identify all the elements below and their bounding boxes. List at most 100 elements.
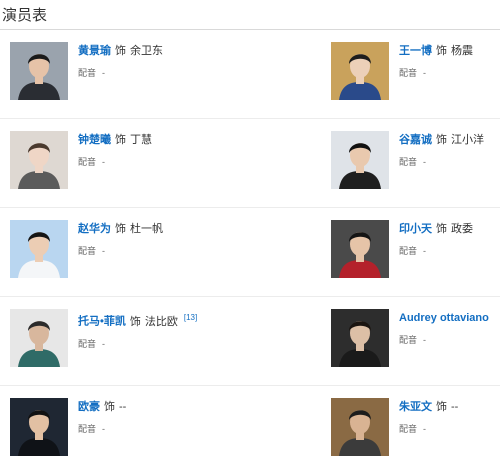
cast-card: 朱亚文饰 -- 配音 - <box>331 398 500 458</box>
cast-info: 谷嘉诚饰江小洋 配音 - <box>399 132 484 168</box>
cast-card: 赵华为饰杜一帆 配音 - <box>10 220 310 280</box>
cast-row: 托马•菲凯饰法比欧 [13] 配音 - Audrey ottaviano 配音 - <box>0 296 500 385</box>
plays-label: 饰 <box>115 223 126 235</box>
cast-info: 托马•菲凯饰法比欧 [13] 配音 - <box>78 310 197 350</box>
plays-label: 饰 <box>436 45 447 57</box>
actor-photo[interactable] <box>331 131 389 189</box>
voice-actor-value: - <box>423 246 427 256</box>
cast-card: 王一博饰杨震 配音 - <box>331 42 500 102</box>
voice-actor-label: 配音 <box>78 246 97 256</box>
voice-actor-value: - <box>423 157 427 167</box>
actor-name-link[interactable]: 托马•菲凯 <box>78 316 126 328</box>
actor-name-link[interactable]: 谷嘉诚 <box>399 134 432 146</box>
section-title: 演员表 <box>2 7 48 24</box>
actor-photo[interactable] <box>331 309 389 367</box>
voice-actor-label: 配音 <box>399 424 418 434</box>
cast-row: 黄景瑜饰余卫东 配音 - 王一博饰杨震 配音 - <box>0 30 500 118</box>
character-name: 江小洋 <box>451 134 484 146</box>
voice-actor-label: 配音 <box>78 68 97 78</box>
cast-row: 赵华为饰杜一帆 配音 - 印小天饰政委 配音 - <box>0 207 500 296</box>
voice-actor-label: 配音 <box>399 157 418 167</box>
actor-name-link[interactable]: 欧豪 <box>78 401 100 413</box>
actor-name-link[interactable]: 黄景瑜 <box>78 45 111 57</box>
cast-card: Audrey ottaviano 配音 - <box>331 309 500 369</box>
voice-actor-value: - <box>423 68 427 78</box>
voice-actor-line: 配音 - <box>399 244 473 257</box>
cast-info: 印小天饰政委 配音 - <box>399 221 473 257</box>
actor-photo[interactable] <box>331 42 389 100</box>
cast-info: 钟楚曦饰丁慧 配音 - <box>78 132 152 168</box>
actor-photo[interactable] <box>10 131 68 189</box>
voice-actor-line: 配音 - <box>399 333 489 346</box>
cast-info: Audrey ottaviano 配音 - <box>399 310 489 346</box>
actor-photo[interactable] <box>10 398 68 456</box>
cast-info: 赵华为饰杜一帆 配音 - <box>78 221 163 257</box>
citation-link[interactable]: [13] <box>184 313 197 322</box>
plays-label: 饰 <box>436 223 447 235</box>
voice-actor-value: - <box>102 338 106 349</box>
cast-role-line: 黄景瑜饰余卫东 <box>78 43 163 59</box>
voice-actor-line: 配音 - <box>78 244 163 257</box>
plays-label: 饰 <box>115 134 126 146</box>
voice-actor-label: 配音 <box>78 338 97 349</box>
character-name: 政委 <box>451 223 473 235</box>
cast-card: 钟楚曦饰丁慧 配音 - <box>10 131 310 191</box>
character-name: 杨震 <box>451 45 473 57</box>
voice-actor-label: 配音 <box>78 424 97 434</box>
cast-info: 王一博饰杨震 配音 - <box>399 43 473 79</box>
cast-role-line: 王一博饰杨震 <box>399 43 473 59</box>
voice-actor-label: 配音 <box>399 335 418 345</box>
cast-role-line: 托马•菲凯饰法比欧 [13] <box>78 310 197 330</box>
actor-photo[interactable] <box>10 220 68 278</box>
actor-name-link[interactable]: 印小天 <box>399 223 432 235</box>
voice-actor-value: - <box>423 335 427 345</box>
character-name: 法比欧 <box>144 315 178 328</box>
cast-role-line: 钟楚曦饰丁慧 <box>78 132 152 148</box>
actor-photo[interactable] <box>331 220 389 278</box>
plays-label: 饰 <box>129 315 141 328</box>
voice-actor-line: 配音 - <box>78 155 152 168</box>
voice-actor-label: 配音 <box>399 246 418 256</box>
cast-role-line: Audrey ottaviano <box>399 310 489 326</box>
actor-name-link[interactable]: Audrey ottaviano <box>399 312 489 324</box>
voice-actor-line: 配音 - <box>78 422 126 435</box>
plays-label: 饰 <box>104 401 115 413</box>
cast-card: 托马•菲凯饰法比欧 [13] 配音 - <box>10 309 310 369</box>
actor-name-link[interactable]: 王一博 <box>399 45 432 57</box>
character-name: -- <box>451 401 459 413</box>
plays-label: 饰 <box>436 134 447 146</box>
cast-info: 黄景瑜饰余卫东 配音 - <box>78 43 163 79</box>
cast-card: 黄景瑜饰余卫东 配音 - <box>10 42 310 102</box>
voice-actor-value: - <box>102 246 106 256</box>
cast-grid: 黄景瑜饰余卫东 配音 - 王一博饰杨震 配音 - 钟楚曦饰丁慧 配音 - 谷嘉诚饰江小洋 配音 - 赵华… <box>0 30 500 474</box>
voice-actor-line: 配音 - <box>399 155 484 168</box>
actor-photo[interactable] <box>10 309 68 367</box>
cast-role-line: 印小天饰政委 <box>399 221 473 237</box>
actor-name-link[interactable]: 赵华为 <box>78 223 111 235</box>
voice-actor-value: - <box>102 157 106 167</box>
cast-role-line: 谷嘉诚饰江小洋 <box>399 132 484 148</box>
actor-photo[interactable] <box>331 398 389 456</box>
plays-label: 饰 <box>436 401 447 413</box>
actor-name-link[interactable]: 钟楚曦 <box>78 134 111 146</box>
voice-actor-value: - <box>423 424 427 434</box>
actor-photo[interactable] <box>10 42 68 100</box>
cast-role-line: 赵华为饰杜一帆 <box>78 221 163 237</box>
cast-card: 印小天饰政委 配音 - <box>331 220 500 280</box>
character-name: -- <box>119 401 127 413</box>
cast-row: 钟楚曦饰丁慧 配音 - 谷嘉诚饰江小洋 配音 - <box>0 118 500 207</box>
plays-label: 饰 <box>115 45 126 57</box>
voice-actor-line: 配音 - <box>399 66 473 79</box>
voice-actor-line: 配音 - <box>399 422 458 435</box>
character-name: 丁慧 <box>130 134 152 146</box>
character-name: 杜一帆 <box>130 223 163 235</box>
voice-actor-label: 配音 <box>399 68 418 78</box>
cast-card: 欧豪饰 -- 配音 - <box>10 398 310 458</box>
voice-actor-value: - <box>102 424 106 434</box>
cast-row: 欧豪饰 -- 配音 - 朱亚文饰 -- 配音 - <box>0 385 500 474</box>
voice-actor-line: 配音 - <box>78 66 163 79</box>
character-name: 余卫东 <box>130 45 163 57</box>
voice-actor-value: - <box>102 68 106 78</box>
actor-name-link[interactable]: 朱亚文 <box>399 401 432 413</box>
voice-actor-line: 配音 - <box>78 337 197 350</box>
